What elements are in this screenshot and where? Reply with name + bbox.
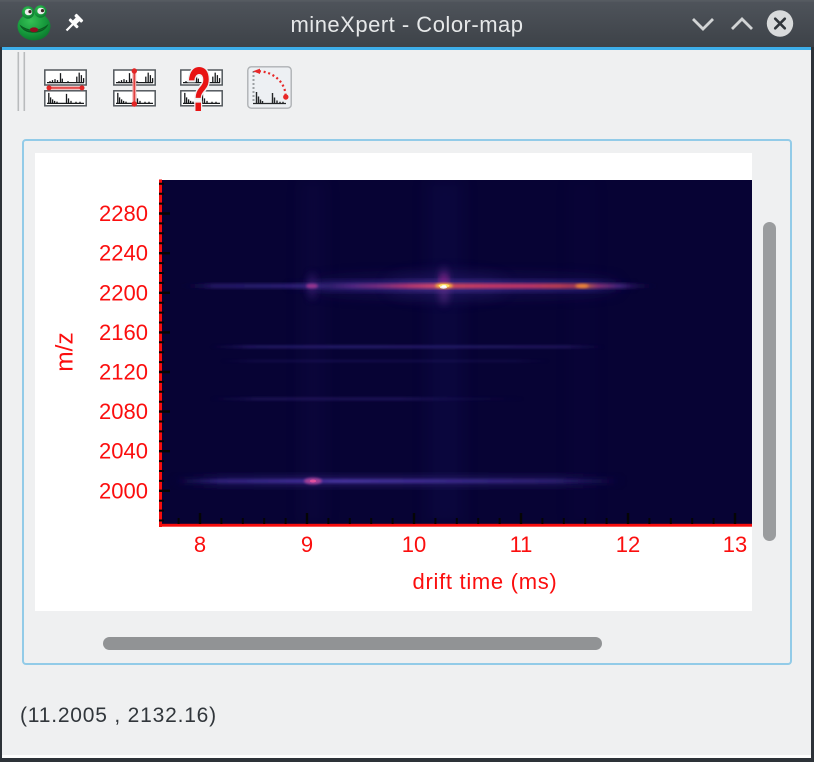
svg-text:2040: 2040 — [99, 439, 148, 464]
svg-text:2160: 2160 — [99, 320, 148, 345]
svg-text:?: ? — [187, 56, 211, 126]
svg-text:10: 10 — [402, 532, 426, 557]
svg-text:drift time (ms): drift time (ms) — [413, 569, 558, 594]
svg-text:2120: 2120 — [99, 360, 148, 385]
svg-text:2200: 2200 — [99, 280, 148, 305]
svg-text:11: 11 — [510, 532, 533, 557]
svg-text:2280: 2280 — [99, 201, 148, 226]
svg-text:2080: 2080 — [99, 399, 148, 424]
svg-text:13: 13 — [723, 532, 747, 557]
svg-text:9: 9 — [301, 532, 313, 557]
svg-text:2000: 2000 — [99, 478, 148, 503]
svg-text:8: 8 — [194, 532, 206, 557]
svg-text:12: 12 — [616, 532, 640, 557]
svg-text:2240: 2240 — [99, 241, 148, 266]
svg-text:m/z: m/z — [52, 332, 79, 371]
